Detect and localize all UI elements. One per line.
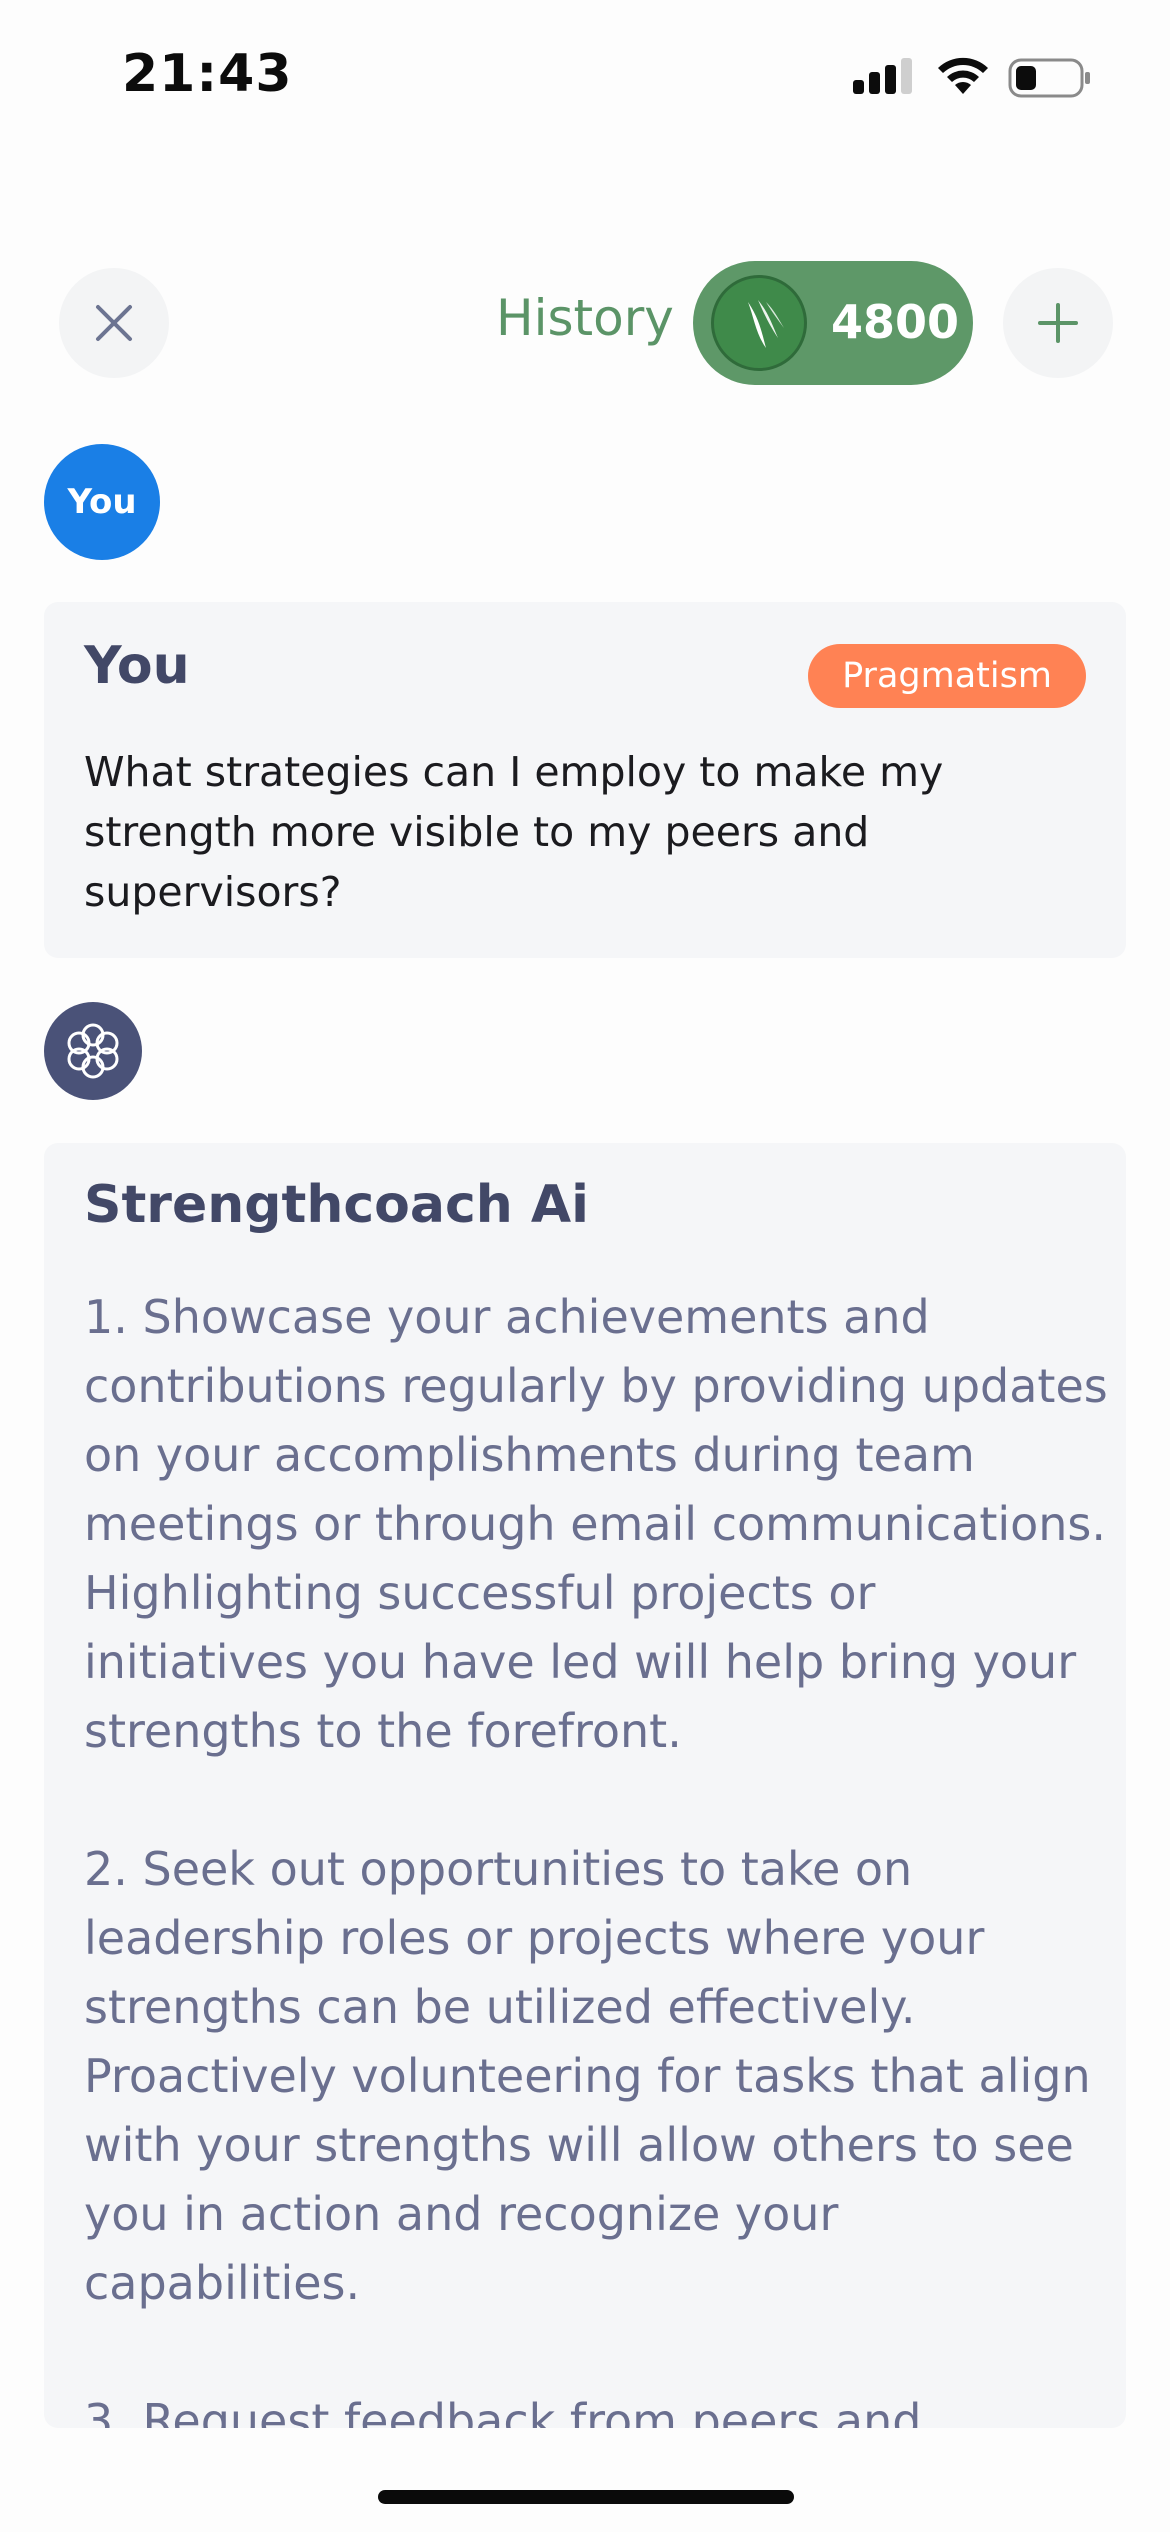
strength-tag-badge: Pragmatism: [808, 644, 1086, 708]
wing-logo-icon: [711, 275, 807, 371]
close-icon: [96, 305, 132, 341]
status-bar: 21:43: [0, 0, 1170, 150]
wifi-icon: [938, 57, 988, 94]
ai-paragraph: 1. Showcase your achievements and contri…: [84, 1290, 1108, 1758]
user-message-author: You: [84, 636, 190, 696]
plus-icon: [1038, 303, 1078, 343]
points-badge[interactable]: 4800: [693, 261, 973, 385]
user-message-card: You Pragmatism What strategies can I emp…: [44, 602, 1126, 958]
points-value: 4800: [831, 295, 960, 349]
ai-avatar: [44, 1002, 142, 1100]
ai-paragraph: 2. Seek out opportunities to take on lea…: [84, 1842, 1091, 2310]
ai-message-card: Strengthcoach Ai 1. Showcase your achiev…: [44, 1143, 1126, 2428]
history-link[interactable]: History: [496, 286, 674, 350]
add-button[interactable]: [1003, 268, 1113, 378]
flower-logo-icon: [67, 1023, 119, 1079]
ai-message-body: 1. Showcase your achievements and contri…: [84, 1283, 1114, 2428]
battery-icon: [1008, 58, 1090, 98]
close-button[interactable]: [59, 268, 169, 378]
user-avatar: You: [44, 444, 160, 560]
user-message-text: What strategies can I employ to make my …: [84, 748, 944, 916]
status-time: 21:43: [122, 44, 293, 104]
signal-icon: [853, 58, 912, 94]
bottom-area: [0, 2428, 1170, 2532]
home-indicator[interactable]: [378, 2490, 794, 2504]
ai-message-author: Strengthcoach Ai: [84, 1175, 589, 1235]
ai-paragraph: 3. Request feedback from peers and: [84, 2394, 922, 2428]
